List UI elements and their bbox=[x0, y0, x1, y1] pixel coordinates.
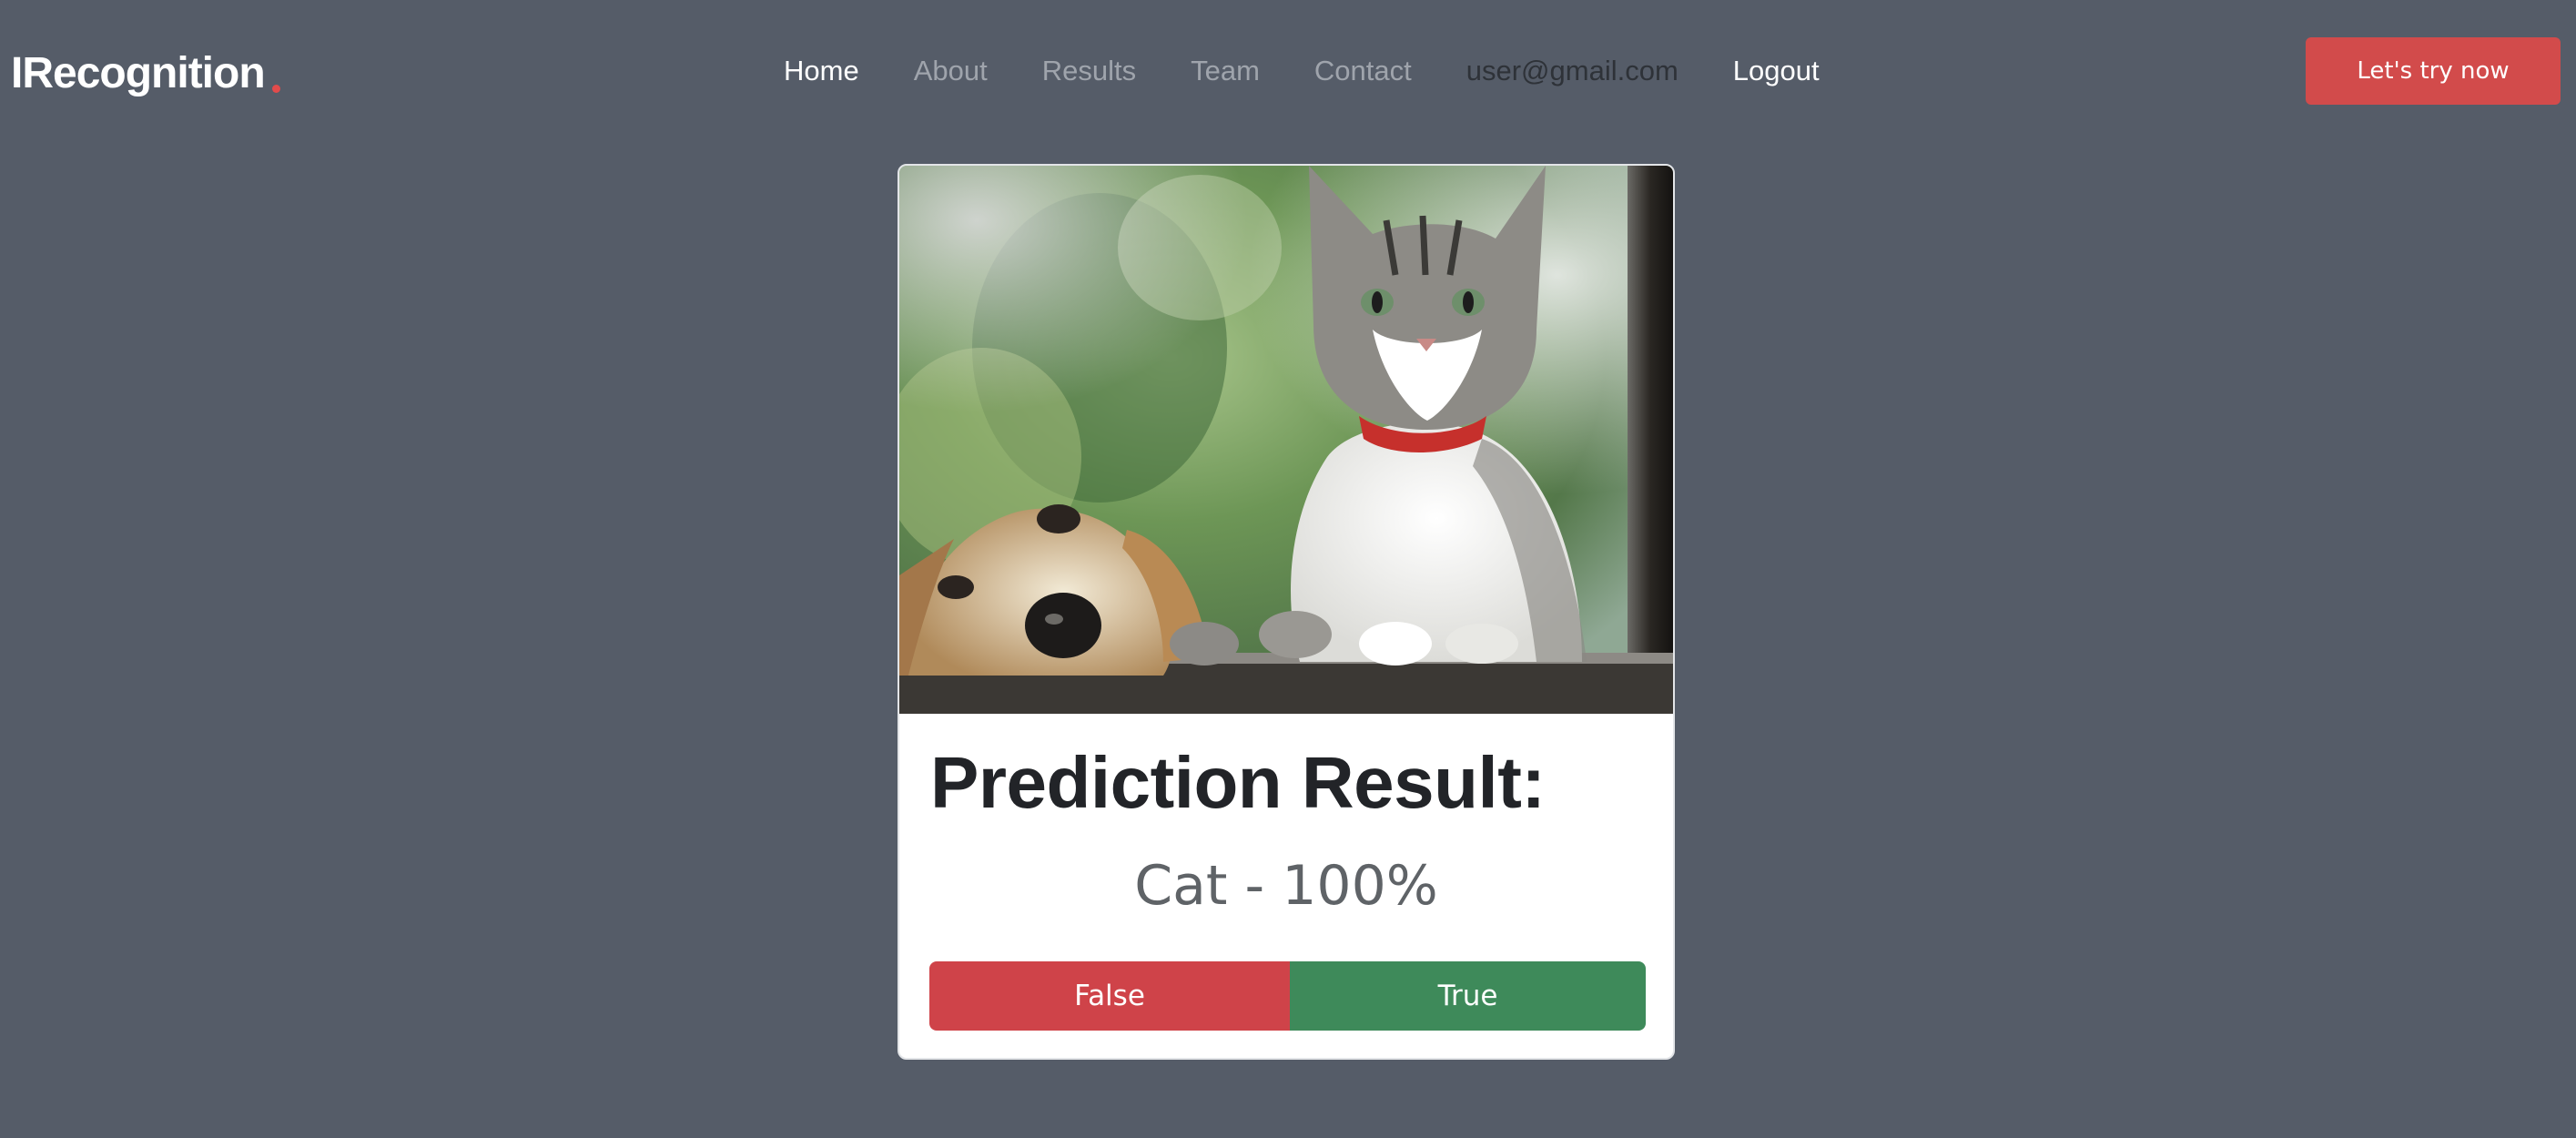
cat-and-dog-photo bbox=[899, 166, 1673, 714]
nav-contact[interactable]: Contact bbox=[1314, 55, 1412, 87]
try-now-button[interactable]: Let's try now bbox=[2306, 37, 2561, 105]
logo[interactable]: IRecognition bbox=[11, 27, 280, 98]
uploaded-photo bbox=[899, 166, 1673, 714]
prediction-value: Cat - 100% bbox=[1134, 854, 1438, 918]
nav-results[interactable]: Results bbox=[1042, 55, 1136, 87]
logo-text: IRecognition bbox=[11, 49, 266, 97]
nav-about[interactable]: About bbox=[914, 55, 988, 87]
false-button[interactable]: False bbox=[929, 961, 1290, 1031]
page: IRecognition Home About Results Team Con… bbox=[0, 0, 2576, 1138]
main-nav: Home About Results Team Contact user@gma… bbox=[784, 46, 1820, 97]
nav-logout[interactable]: Logout bbox=[1733, 55, 1820, 87]
nav-team[interactable]: Team bbox=[1191, 55, 1260, 87]
feedback-buttons: False True bbox=[929, 961, 1646, 1031]
logo-dot-icon bbox=[271, 85, 280, 93]
prediction-card: Prediction Result: Cat - 100% False True bbox=[898, 164, 1675, 1060]
nav-home[interactable]: Home bbox=[784, 55, 859, 87]
true-button[interactable]: True bbox=[1290, 961, 1646, 1031]
nav-user-email[interactable]: user@gmail.com bbox=[1466, 55, 1678, 87]
prediction-title: Prediction Result: bbox=[930, 742, 1546, 823]
